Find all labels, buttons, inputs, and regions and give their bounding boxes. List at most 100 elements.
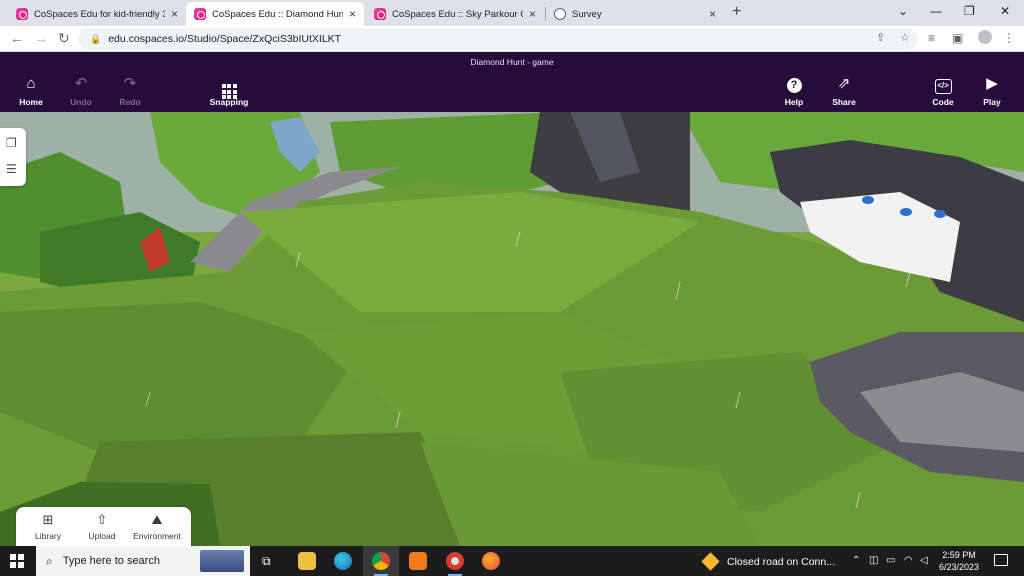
layers-icon[interactable]: ❐ [6,136,17,150]
share-label: Share [832,97,856,107]
scene-title: Diamond Hunt - game [470,57,554,67]
tab-search-dropdown-icon[interactable]: ⌄ [898,4,908,18]
file-explorer-icon[interactable] [298,552,316,570]
tab-title: CoSpaces Edu :: Diamond Hunt [212,8,343,20]
tab-close-icon[interactable]: × [709,7,716,21]
search-highlight-image [200,550,244,572]
clock-time: 2:59 PM [942,550,976,560]
news-widget[interactable]: Closed road on Conn... [701,552,835,571]
windows-taskbar: ⌕ Type here to search ⧉ Closed road on C… [0,546,1024,576]
brave-browser-icon[interactable] [409,552,427,570]
play-icon: ▶ [986,75,998,92]
volume-icon[interactable]: ◁ [920,555,928,566]
news-text: Closed road on Conn... [727,555,835,568]
reload-button[interactable]: ↻ [58,30,70,47]
snapping-button[interactable]: Snapping [205,76,253,107]
help-icon: ? [770,76,818,93]
chevron-up-icon[interactable]: ⌃ [852,555,860,566]
code-label: Code [932,97,954,107]
cospaces-favicon-icon [194,8,206,20]
tab-close-icon[interactable]: × [171,7,178,21]
tab-diamond-hunt[interactable]: CoSpaces Edu :: Diamond Hunt × [186,2,364,26]
tab-sky-parkour-city[interactable]: CoSpaces Edu :: Sky Parkour City × [366,2,544,26]
cospaces-favicon-icon [16,8,28,20]
lock-icon: 🔒 [90,33,102,44]
browser-tab-strip: CoSpaces Edu for kid-friendly 3D × CoSpa… [0,0,1024,26]
share-button[interactable]: ⇗ Share [820,75,868,108]
object-list-icon[interactable]: ☰ [6,162,17,176]
environment-icon: ⛰ [151,512,163,527]
share-icon: ⇗ [837,75,851,92]
battery-icon[interactable]: ▭ [886,555,895,566]
library-button[interactable]: ⊞ Library [28,512,68,541]
undo-button[interactable]: ↶ Undo [57,75,105,108]
home-icon: ⌂ [26,75,36,92]
browser-toolbar: ← → ↻ 🔒 edu.cospaces.io/Studio/Space/ZxQ… [0,26,1024,52]
task-view-icon[interactable]: ⧉ [262,554,271,569]
cospaces-app-bar: Diamond Hunt - game ⌂ Home ↶ Undo ↷ Redo… [0,52,1024,112]
share-page-icon[interactable]: ⇪ [876,31,885,44]
browser-menu-icon[interactable]: ⋮ [1003,31,1015,45]
asset-panel: ⊞ Library ⇧ Upload ⛰ Environment [16,507,191,547]
tab-title: CoSpaces Edu for kid-friendly 3D [34,8,165,20]
grid-icon [205,76,253,99]
redo-icon: ↷ [123,75,137,92]
tab-survey[interactable]: Survey × [546,2,724,26]
tab-close-icon[interactable]: × [529,7,536,21]
tab-title: Survey [572,8,602,20]
code-button[interactable]: </> Code [919,76,967,107]
notification-center-icon[interactable] [994,554,1008,566]
tab-close-icon[interactable]: × [349,7,356,21]
chrome-browser-icon[interactable] [372,552,390,570]
home-button[interactable]: ⌂ Home [7,75,55,108]
close-window-button[interactable]: ✕ [1000,4,1010,18]
environment-button[interactable]: ⛰ Environment [128,512,186,541]
compass-favicon-icon [554,8,566,20]
tab-title: CoSpaces Edu :: Sky Parkour City [392,8,523,20]
undo-icon: ↶ [74,75,88,92]
code-icon: </> [919,76,967,94]
home-label: Home [19,97,43,107]
play-label: Play [983,97,1001,107]
opera-browser-icon[interactable] [446,552,464,570]
library-label: Library [35,531,61,541]
address-bar[interactable]: 🔒 edu.cospaces.io/Studio/Space/ZxQciS3bI… [78,28,918,50]
profile-avatar[interactable] [978,30,992,44]
warning-icon [701,552,720,571]
scene-viewport[interactable] [0,112,1024,546]
scene-side-panel: ❐ ☰ [0,128,26,186]
clock-date: 6/23/2023 [938,562,980,572]
help-label: Help [784,97,804,107]
upload-icon: ⇧ [96,512,108,527]
edge-browser-icon[interactable] [334,552,352,570]
back-button[interactable]: ← [10,30,24,46]
forward-button[interactable]: → [34,30,48,46]
play-button[interactable]: ▶ Play [968,75,1016,108]
url-text: edu.cospaces.io/Studio/Space/ZxQciS3bIUt… [108,33,342,45]
redo-label: Redo [119,97,141,107]
meet-now-icon[interactable]: ◫ [869,555,878,566]
side-panel-icon[interactable]: ▣ [952,31,963,45]
library-icon: ⊞ [42,512,54,527]
snapping-label: Snapping [209,97,249,107]
maximize-button[interactable]: ❐ [964,4,975,18]
windows-start-icon[interactable] [10,554,24,568]
firefox-browser-icon[interactable] [482,552,500,570]
upload-label: Upload [88,531,116,541]
tab-cospaces-edu[interactable]: CoSpaces Edu for kid-friendly 3D × [8,2,186,26]
cospaces-favicon-icon [374,8,386,20]
redo-button[interactable]: ↷ Redo [106,75,154,108]
reading-list-icon[interactable]: ≡ [928,31,935,45]
scene-render [0,112,1024,546]
search-placeholder: Type here to search [62,555,160,567]
help-button[interactable]: ? Help [770,76,818,107]
new-tab-button[interactable]: + [732,3,741,21]
bookmark-star-icon[interactable]: ☆ [900,31,910,44]
wifi-icon[interactable]: ◠ [904,555,913,566]
environment-label: Environment [133,531,181,541]
minimize-button[interactable]: — [930,4,942,18]
search-icon: ⌕ [46,553,53,568]
undo-label: Undo [70,97,92,107]
upload-button[interactable]: ⇧ Upload [82,512,122,541]
system-clock[interactable]: 2:59 PM 6/23/2023 [934,549,984,573]
